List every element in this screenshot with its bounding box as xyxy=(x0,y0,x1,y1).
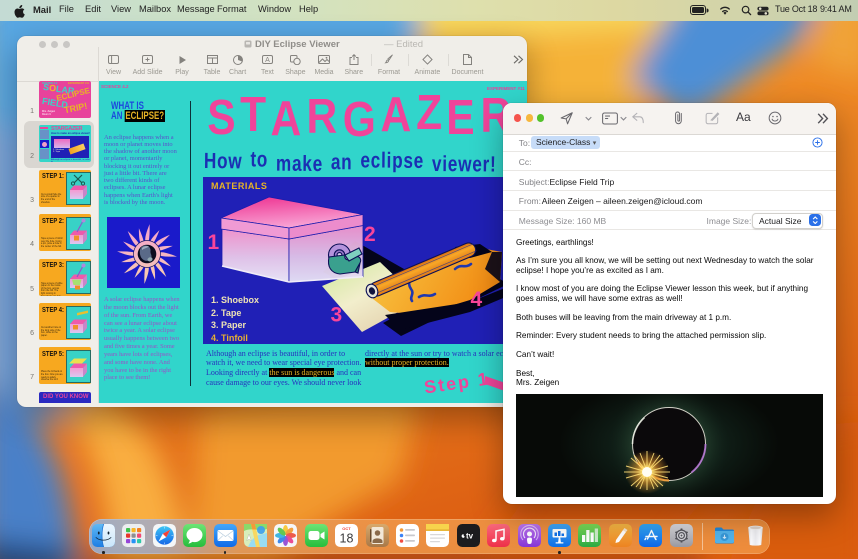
svg-text:3: 3 xyxy=(331,304,343,327)
svg-text:1: 1 xyxy=(208,231,220,254)
svg-text:A: A xyxy=(265,57,270,64)
svg-text:4: 4 xyxy=(471,288,483,311)
svg-text:OCT: OCT xyxy=(342,526,351,531)
svg-text:tv: tv xyxy=(466,531,474,540)
svg-text:18: 18 xyxy=(340,531,354,545)
svg-text:2: 2 xyxy=(364,223,376,246)
